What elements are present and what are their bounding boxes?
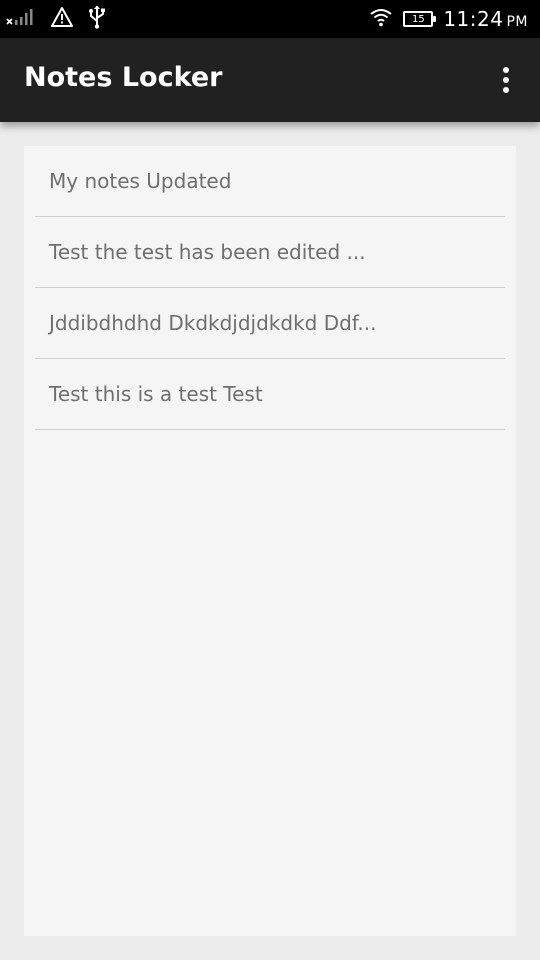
note-item[interactable]: Jddibdhdhd Dkdkdjdjdkdkd Ddf... bbox=[35, 288, 505, 359]
note-item[interactable]: My notes Updated bbox=[35, 146, 505, 217]
time-ampm: PM bbox=[506, 14, 528, 30]
more-vert-icon-dot bbox=[503, 77, 509, 83]
notes-list: My notes Updated Test the test has been … bbox=[24, 146, 516, 936]
no-signal-icon bbox=[6, 8, 36, 30]
battery-level: 15 bbox=[411, 13, 425, 25]
status-right-icons: 15 11:24 PM bbox=[369, 5, 528, 33]
note-title: My notes Updated bbox=[49, 169, 232, 193]
time-value: 11:24 bbox=[443, 7, 504, 31]
more-vert-icon bbox=[503, 67, 509, 73]
status-left-icons bbox=[6, 5, 106, 33]
note-item[interactable]: Test the test has been edited ... bbox=[35, 217, 505, 288]
note-title: Jddibdhdhd Dkdkdjdjdkdkd Ddf... bbox=[49, 311, 377, 335]
warning-icon bbox=[50, 6, 74, 32]
note-title: Test the test has been edited ... bbox=[49, 240, 366, 264]
note-item[interactable]: Test this is a test Test bbox=[35, 359, 505, 430]
app-bar: Notes Locker bbox=[0, 38, 540, 122]
battery-icon: 15 bbox=[403, 11, 437, 27]
status-bar: 15 11:24 PM bbox=[0, 0, 540, 38]
app-title: Notes Locker bbox=[24, 62, 223, 93]
wifi-icon bbox=[369, 7, 393, 31]
more-options-button[interactable] bbox=[492, 64, 520, 96]
status-time: 11:24 PM bbox=[443, 7, 528, 31]
note-title: Test this is a test Test bbox=[49, 382, 263, 406]
usb-icon bbox=[88, 5, 106, 33]
more-vert-icon-dot bbox=[503, 87, 509, 93]
